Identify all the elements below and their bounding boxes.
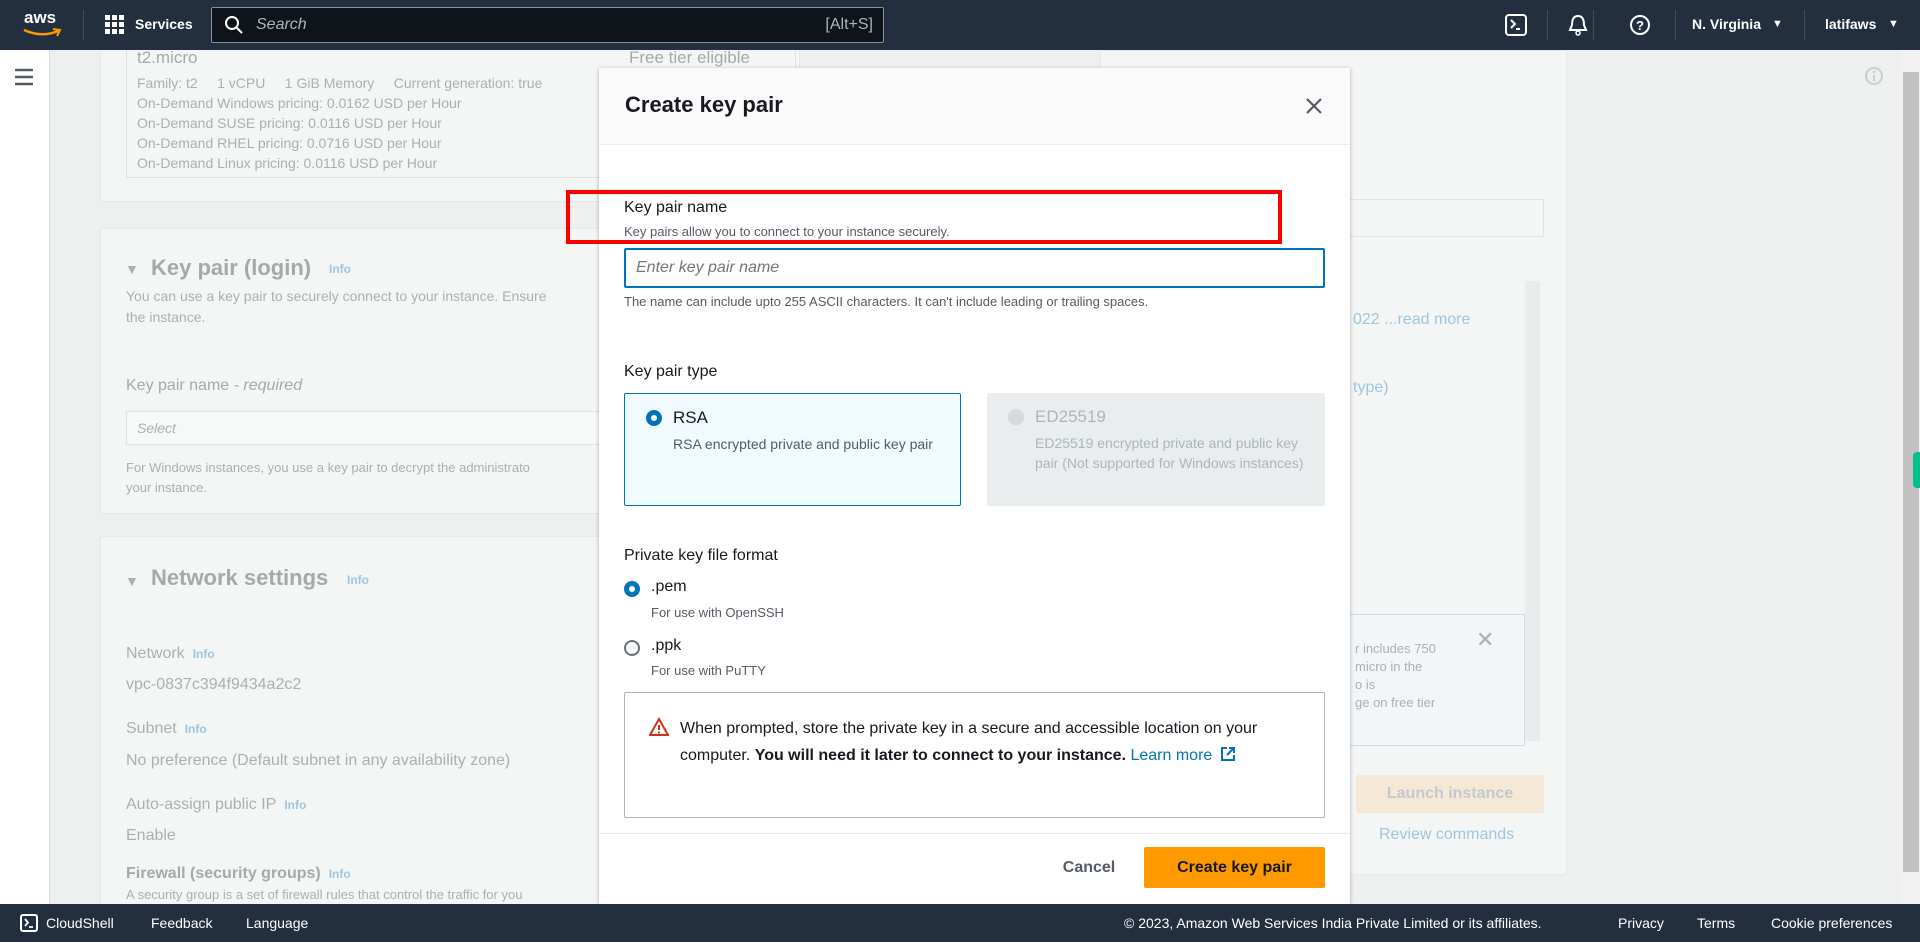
- cloudshell-icon: [20, 914, 38, 932]
- external-link-icon: [1220, 747, 1235, 761]
- ed25519-radio[interactable]: [1008, 409, 1024, 425]
- key-type-rsa-tile[interactable]: RSA RSA encrypted private and public key…: [624, 393, 961, 506]
- expand-caret-icon[interactable]: ▼: [125, 573, 139, 589]
- services-menu[interactable]: Services: [104, 14, 194, 36]
- highlight-annotation-box: [566, 190, 1282, 244]
- side-tab-handle[interactable]: [1913, 452, 1920, 488]
- warning-icon: [649, 717, 669, 736]
- summary-field: [1331, 199, 1544, 237]
- learn-more-link[interactable]: Learn more: [1130, 747, 1235, 764]
- pem-radio[interactable]: [624, 581, 640, 597]
- help-icon[interactable]: ?: [1629, 14, 1651, 36]
- account-menu[interactable]: latifaws ▼: [1825, 0, 1915, 50]
- cookie-preferences-link[interactable]: Cookie preferences: [1771, 915, 1892, 931]
- key-type-ed25519-tile[interactable]: ED25519 ED25519 encrypted private and pu…: [987, 393, 1325, 506]
- free-tier-notice: r includes 750 micro in the o is ge on f…: [1331, 614, 1525, 746]
- close-icon[interactable]: ✕: [1476, 627, 1494, 653]
- hamburger-menu-icon[interactable]: [14, 68, 34, 86]
- expand-caret-icon[interactable]: ▼: [125, 261, 139, 277]
- bell-icon[interactable]: [1567, 13, 1589, 37]
- cancel-button[interactable]: Cancel: [1039, 847, 1139, 888]
- svg-text:?: ?: [1636, 18, 1644, 33]
- grid-icon: [105, 15, 124, 34]
- divider: [1804, 10, 1805, 40]
- close-icon[interactable]: [1304, 96, 1324, 116]
- create-key-pair-button[interactable]: Create key pair: [1144, 847, 1325, 888]
- aws-logo[interactable]: aws: [22, 8, 64, 42]
- divider: [1675, 10, 1676, 40]
- dialog-title: Create key pair: [625, 92, 783, 117]
- footer-bar: CloudShell Feedback Language © 2023, Ama…: [0, 904, 1920, 942]
- region-selector[interactable]: N. Virginia ▼: [1692, 0, 1787, 50]
- cloudshell-icon[interactable]: [1505, 14, 1527, 36]
- caret-down-icon: ▼: [1772, 18, 1783, 30]
- rsa-radio[interactable]: [646, 410, 662, 426]
- warning-alert: When prompted, store the private key in …: [624, 692, 1325, 818]
- divider: [599, 833, 1350, 834]
- dialog-header: Create key pair: [599, 68, 1350, 145]
- summary-scrollbar[interactable]: [1525, 281, 1540, 741]
- launch-instance-button[interactable]: Launch instance: [1356, 775, 1544, 813]
- search-input[interactable]: Search [Alt+S]: [211, 7, 884, 43]
- copyright: © 2023, Amazon Web Services India Privat…: [1124, 915, 1542, 931]
- ppk-radio[interactable]: [624, 640, 640, 656]
- page-scrollbar[interactable]: [1900, 50, 1920, 904]
- top-navigation-bar: aws Services Search [Alt+S] ? N. Virgini…: [0, 0, 1920, 50]
- privacy-link[interactable]: Privacy: [1618, 915, 1664, 931]
- key-pair-name-input[interactable]: [624, 248, 1325, 288]
- divider: [1547, 10, 1548, 40]
- caret-down-icon: ▼: [1888, 18, 1899, 30]
- info-icon[interactable]: [1864, 66, 1884, 86]
- search-icon: [225, 16, 243, 34]
- divider: [1593, 10, 1594, 40]
- divider: [83, 10, 84, 40]
- cloudshell-button[interactable]: CloudShell: [20, 904, 125, 942]
- terms-link[interactable]: Terms: [1697, 915, 1735, 931]
- sidebar: [0, 50, 50, 904]
- language-link[interactable]: Language: [246, 915, 308, 931]
- feedback-link[interactable]: Feedback: [151, 915, 212, 931]
